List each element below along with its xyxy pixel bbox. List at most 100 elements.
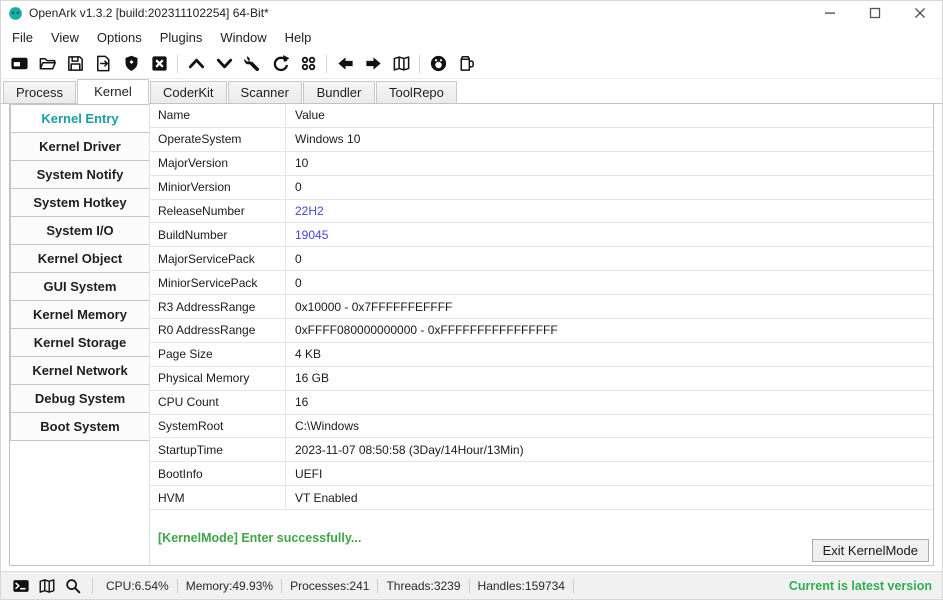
row-value: VT Enabled — [286, 491, 933, 505]
sidebar-item-system-notify[interactable]: System Notify — [10, 160, 150, 189]
table-row[interactable]: OperateSystemWindows 10 — [150, 128, 933, 152]
row-name: MiniorVersion — [150, 176, 286, 199]
github-button[interactable] — [425, 52, 451, 76]
table-row[interactable]: StartupTime2023-11-07 08:50:58 (3Day/14H… — [150, 438, 933, 462]
apps-grid-icon — [299, 54, 318, 73]
row-value: C:\Windows — [286, 419, 933, 433]
move-down-button[interactable] — [211, 52, 237, 76]
row-name: MajorVersion — [150, 152, 286, 175]
console-shortcut-button[interactable] — [9, 575, 33, 597]
open-file-button[interactable] — [34, 52, 60, 76]
table-row[interactable]: Page Size4 KB — [150, 343, 933, 367]
menu-view[interactable]: View — [42, 27, 88, 48]
row-name: Physical Memory — [150, 367, 286, 390]
row-value: UEFI — [286, 467, 933, 481]
table-row[interactable]: BootInfoUEFI — [150, 462, 933, 486]
close-icon — [914, 7, 926, 19]
table-row[interactable]: HVMVT Enabled — [150, 486, 933, 510]
memory-usage-stat: Memory:49.93% — [178, 579, 282, 593]
apps-grid-button[interactable] — [295, 52, 321, 76]
row-name: ReleaseNumber — [150, 200, 286, 223]
row-value: 0 — [286, 180, 933, 194]
sidebar-item-debug-system[interactable]: Debug System — [10, 384, 150, 413]
sidebar-item-kernel-storage[interactable]: Kernel Storage — [10, 328, 150, 357]
github-icon — [429, 54, 448, 73]
row-name: R3 AddressRange — [150, 295, 286, 318]
table-row[interactable]: MajorVersion10 — [150, 152, 933, 176]
sidebar-item-kernel-driver[interactable]: Kernel Driver — [10, 132, 150, 161]
search-icon — [64, 577, 82, 595]
sidebar-item-gui-system[interactable]: GUI System — [10, 272, 150, 301]
table-row[interactable]: R3 AddressRange0x10000 - 0x7FFFFFFEFFFF — [150, 295, 933, 319]
forward-button[interactable] — [360, 52, 386, 76]
chevron-up-icon — [187, 54, 206, 73]
openark-window: OpenArk v1.3.2 [build:202311102254] 64-B… — [0, 0, 943, 600]
settings-wrench-button[interactable] — [239, 52, 265, 76]
tab-toolrepo[interactable]: ToolRepo — [376, 81, 457, 103]
save-icon — [66, 54, 85, 73]
refresh-button[interactable] — [267, 52, 293, 76]
system-info-table: Name Value OperateSystemWindows 10 Major… — [150, 104, 933, 510]
openark-logo-icon — [8, 6, 23, 21]
console-window-button[interactable] — [6, 52, 32, 76]
row-value: Windows 10 — [286, 132, 933, 146]
column-header-value[interactable]: Value — [286, 108, 933, 122]
maximize-button[interactable] — [852, 1, 897, 25]
tab-kernel[interactable]: Kernel — [77, 79, 149, 104]
table-row[interactable]: MajorServicePack0 — [150, 247, 933, 271]
row-name: MajorServicePack — [150, 247, 286, 270]
sidebar-item-kernel-object[interactable]: Kernel Object — [10, 244, 150, 273]
version-status: Current is latest version — [789, 579, 934, 593]
move-up-button[interactable] — [183, 52, 209, 76]
sidebar-item-kernel-memory[interactable]: Kernel Memory — [10, 300, 150, 329]
minimize-button[interactable] — [807, 1, 852, 25]
tab-scanner[interactable]: Scanner — [228, 81, 302, 103]
sidebar-item-boot-system[interactable]: Boot System — [10, 412, 150, 441]
map-button[interactable] — [388, 52, 414, 76]
export-file-button[interactable] — [90, 52, 116, 76]
row-name: StartupTime — [150, 438, 286, 461]
table-row[interactable]: MiniorVersion0 — [150, 176, 933, 200]
kernel-mode-status: [KernelMode] Enter successfully... — [158, 531, 361, 545]
cpu-usage-stat: CPU:6.54% — [98, 579, 178, 593]
column-header-name[interactable]: Name — [150, 104, 286, 127]
tab-process[interactable]: Process — [3, 81, 76, 103]
back-button[interactable] — [332, 52, 358, 76]
tab-coderkit[interactable]: CoderKit — [150, 81, 227, 103]
map-shortcut-button[interactable] — [35, 575, 59, 597]
table-row[interactable]: SystemRootC:\Windows — [150, 415, 933, 439]
exit-kernelmode-button[interactable]: Exit KernelMode — [812, 539, 929, 562]
sidebar-item-kernel-network[interactable]: Kernel Network — [10, 356, 150, 385]
open-folder-icon — [38, 54, 57, 73]
arrow-right-icon — [364, 54, 383, 73]
shield-button[interactable] — [118, 52, 144, 76]
close-box-button[interactable] — [146, 52, 172, 76]
search-shortcut-button[interactable] — [61, 575, 85, 597]
close-button[interactable] — [897, 1, 942, 25]
menu-help[interactable]: Help — [276, 27, 321, 48]
sidebar-item-kernel-entry[interactable]: Kernel Entry — [10, 104, 150, 133]
status-bar: CPU:6.54% Memory:49.93% Processes:241 Th… — [1, 571, 942, 599]
main-tab-bar: Process Kernel CoderKit Scanner Bundler … — [1, 79, 942, 104]
menu-file[interactable]: File — [3, 27, 42, 48]
toolbar-separator — [326, 55, 327, 73]
menu-window[interactable]: Window — [211, 27, 275, 48]
table-row[interactable]: Physical Memory16 GB — [150, 367, 933, 391]
donate-button[interactable] — [453, 52, 479, 76]
table-row[interactable]: CPU Count16 — [150, 391, 933, 415]
thread-count-stat: Threads:3239 — [378, 579, 469, 593]
table-row[interactable]: BuildNumber19045 — [150, 223, 933, 247]
table-row[interactable]: R0 AddressRange0xFFFF080000000000 - 0xFF… — [150, 319, 933, 343]
menu-plugins[interactable]: Plugins — [151, 27, 212, 48]
menu-options[interactable]: Options — [88, 27, 151, 48]
wrench-icon — [243, 54, 262, 73]
row-name: SystemRoot — [150, 415, 286, 438]
tab-bundler[interactable]: Bundler — [303, 81, 375, 103]
sidebar-item-system-io[interactable]: System I/O — [10, 216, 150, 245]
sidebar-item-system-hotkey[interactable]: System Hotkey — [10, 188, 150, 217]
table-row[interactable]: MiniorServicePack0 — [150, 271, 933, 295]
row-value: 0x10000 - 0x7FFFFFFEFFFF — [286, 300, 933, 314]
save-button[interactable] — [62, 52, 88, 76]
table-row[interactable]: ReleaseNumber22H2 — [150, 200, 933, 224]
row-value: 0 — [286, 252, 933, 266]
